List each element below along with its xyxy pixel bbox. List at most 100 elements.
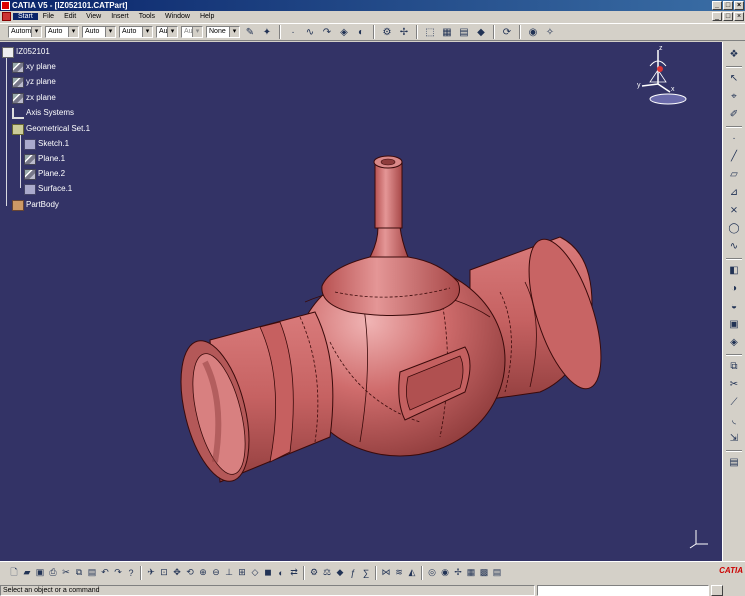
- select-arrow-icon[interactable]: ↖: [727, 72, 741, 86]
- fill-surface-icon[interactable]: ▣: [727, 318, 741, 332]
- rotate-icon[interactable]: ⟲: [184, 566, 196, 580]
- copy-icon[interactable]: ⧉: [73, 566, 85, 580]
- paste-icon[interactable]: ▤: [86, 566, 98, 580]
- catalog-icon[interactable]: ✧: [543, 25, 557, 39]
- sweep-surface-icon[interactable]: ◒: [727, 300, 741, 314]
- command-input[interactable]: [537, 584, 709, 596]
- print-icon[interactable]: ⎙: [47, 566, 59, 580]
- blend-icon[interactable]: ◈: [727, 336, 741, 350]
- tree-item-geometrical-set[interactable]: Geometrical Set.1: [12, 123, 90, 135]
- doc-close-button[interactable]: ×: [734, 12, 744, 21]
- projection-icon[interactable]: ⊿: [727, 186, 741, 200]
- maximize-button[interactable]: □: [723, 1, 733, 10]
- point-icon[interactable]: ·: [286, 25, 300, 39]
- close-button[interactable]: ×: [734, 1, 744, 10]
- line-type-combo[interactable]: Auto: [119, 26, 153, 38]
- spline-icon[interactable]: ∿: [303, 25, 317, 39]
- grid-icon[interactable]: ▦: [440, 25, 454, 39]
- select-icon[interactable]: ⬚: [423, 25, 437, 39]
- tree-item-sketch[interactable]: Sketch.1: [24, 138, 69, 150]
- left-pipe[interactable]: [168, 311, 334, 488]
- update-icon[interactable]: ⟳: [500, 25, 514, 39]
- extrude-icon[interactable]: ◈: [337, 25, 351, 39]
- shading-icon[interactable]: ◼: [262, 566, 274, 580]
- 3d-viewport[interactable]: IZ052101 xy plane yz plane zx plane Axis…: [0, 42, 722, 561]
- color-combo[interactable]: Automo: [8, 26, 42, 38]
- snapshot-icon[interactable]: ◎: [426, 566, 438, 580]
- tree-item-zx-plane[interactable]: zx plane: [12, 92, 56, 104]
- point-tool-icon[interactable]: ·: [727, 132, 741, 146]
- minimize-button[interactable]: _: [712, 1, 722, 10]
- revolve-surface-icon[interactable]: ◑: [727, 282, 741, 296]
- tree-root[interactable]: IZ052101: [2, 46, 50, 58]
- tree-item-xy-plane[interactable]: xy plane: [12, 61, 56, 73]
- multi-view-icon[interactable]: ⊞: [236, 566, 248, 580]
- command-button[interactable]: [711, 584, 723, 596]
- extrude-surface-icon[interactable]: ◧: [727, 264, 741, 278]
- apply-material-icon[interactable]: ◆: [474, 25, 488, 39]
- sweep-icon[interactable]: ◐: [354, 25, 368, 39]
- intersection-icon[interactable]: ⨯: [727, 204, 741, 218]
- param-icon[interactable]: ▤: [491, 566, 503, 580]
- measure-item-icon[interactable]: ⚙: [308, 566, 320, 580]
- swap-space-icon[interactable]: ⇄: [288, 566, 300, 580]
- line-thickness-combo[interactable]: Auto: [82, 26, 116, 38]
- tree-item-yz-plane[interactable]: yz plane: [12, 76, 56, 88]
- menu-insert[interactable]: Insert: [106, 13, 134, 20]
- menu-file[interactable]: File: [38, 13, 59, 20]
- menu-window[interactable]: Window: [160, 13, 195, 20]
- table-icon[interactable]: ▦: [465, 566, 477, 580]
- format-painter-icon[interactable]: ✎: [243, 25, 257, 39]
- circle-tool-icon[interactable]: ◯: [727, 222, 741, 236]
- fit-all-icon[interactable]: ⊡: [158, 566, 170, 580]
- rendering-style-combo[interactable]: Au: [181, 26, 203, 38]
- thickness-icon[interactable]: ▤: [727, 456, 741, 470]
- open-icon[interactable]: ▰: [21, 566, 33, 580]
- tree-item-plane-2[interactable]: Plane.2: [24, 168, 65, 180]
- undo-icon[interactable]: ↶: [99, 566, 111, 580]
- iso-view-icon[interactable]: ◇: [249, 566, 261, 580]
- cut-icon[interactable]: ✂: [60, 566, 72, 580]
- line-tool-icon[interactable]: ╱: [727, 150, 741, 164]
- menu-edit[interactable]: Edit: [59, 13, 81, 20]
- split-icon[interactable]: ✂: [727, 378, 741, 392]
- whats-this-icon[interactable]: ?: [125, 566, 137, 580]
- doc-restore-button[interactable]: □: [723, 12, 733, 21]
- save-icon[interactable]: ▣: [34, 566, 46, 580]
- menu-start[interactable]: Start: [13, 13, 38, 20]
- analysis-icon[interactable]: ⚙: [380, 25, 394, 39]
- render-icon[interactable]: ◉: [439, 566, 451, 580]
- spline-tool-icon[interactable]: ∿: [727, 240, 741, 254]
- fly-mode-icon[interactable]: ✈: [145, 566, 157, 580]
- tree-item-axis-systems[interactable]: Axis Systems: [12, 107, 74, 119]
- normal-view-icon[interactable]: ⊥: [223, 566, 235, 580]
- compass-icon[interactable]: z y x: [630, 44, 690, 109]
- doc-minimize-button[interactable]: _: [712, 12, 722, 21]
- pan-icon[interactable]: ✥: [171, 566, 183, 580]
- document-icon[interactable]: [2, 12, 11, 21]
- join-icon[interactable]: ⧉: [727, 360, 741, 374]
- conical-top[interactable]: [321, 155, 460, 317]
- axis-icon[interactable]: ✢: [452, 566, 464, 580]
- formula-icon[interactable]: ƒ: [347, 566, 359, 580]
- measure-between-icon[interactable]: ⌖: [727, 90, 741, 104]
- transparency-combo[interactable]: Auto: [45, 26, 79, 38]
- snap-icon[interactable]: ✢: [397, 25, 411, 39]
- translate-icon[interactable]: ⇲: [727, 432, 741, 446]
- fillet-icon[interactable]: ◟: [727, 414, 741, 428]
- law-icon[interactable]: ∑: [360, 566, 372, 580]
- measure-inertia-icon[interactable]: ⚖: [321, 566, 333, 580]
- workbench-icon[interactable]: ❖: [727, 48, 741, 62]
- apply-material-bottom-icon[interactable]: ◆: [334, 566, 346, 580]
- graphic-properties-icon[interactable]: ✦: [260, 25, 274, 39]
- measure-icon[interactable]: ▤: [457, 25, 471, 39]
- valve-part-model[interactable]: [0, 42, 722, 561]
- grid-bottom-icon[interactable]: ▩: [478, 566, 490, 580]
- zoom-in-icon[interactable]: ⊕: [197, 566, 209, 580]
- layer-combo[interactable]: None: [206, 26, 240, 38]
- redo-icon[interactable]: ↷: [112, 566, 124, 580]
- menu-help[interactable]: Help: [195, 13, 219, 20]
- menu-view[interactable]: View: [81, 13, 106, 20]
- trim-icon[interactable]: ⟋: [727, 396, 741, 410]
- connect-checker-icon[interactable]: ⋈: [380, 566, 392, 580]
